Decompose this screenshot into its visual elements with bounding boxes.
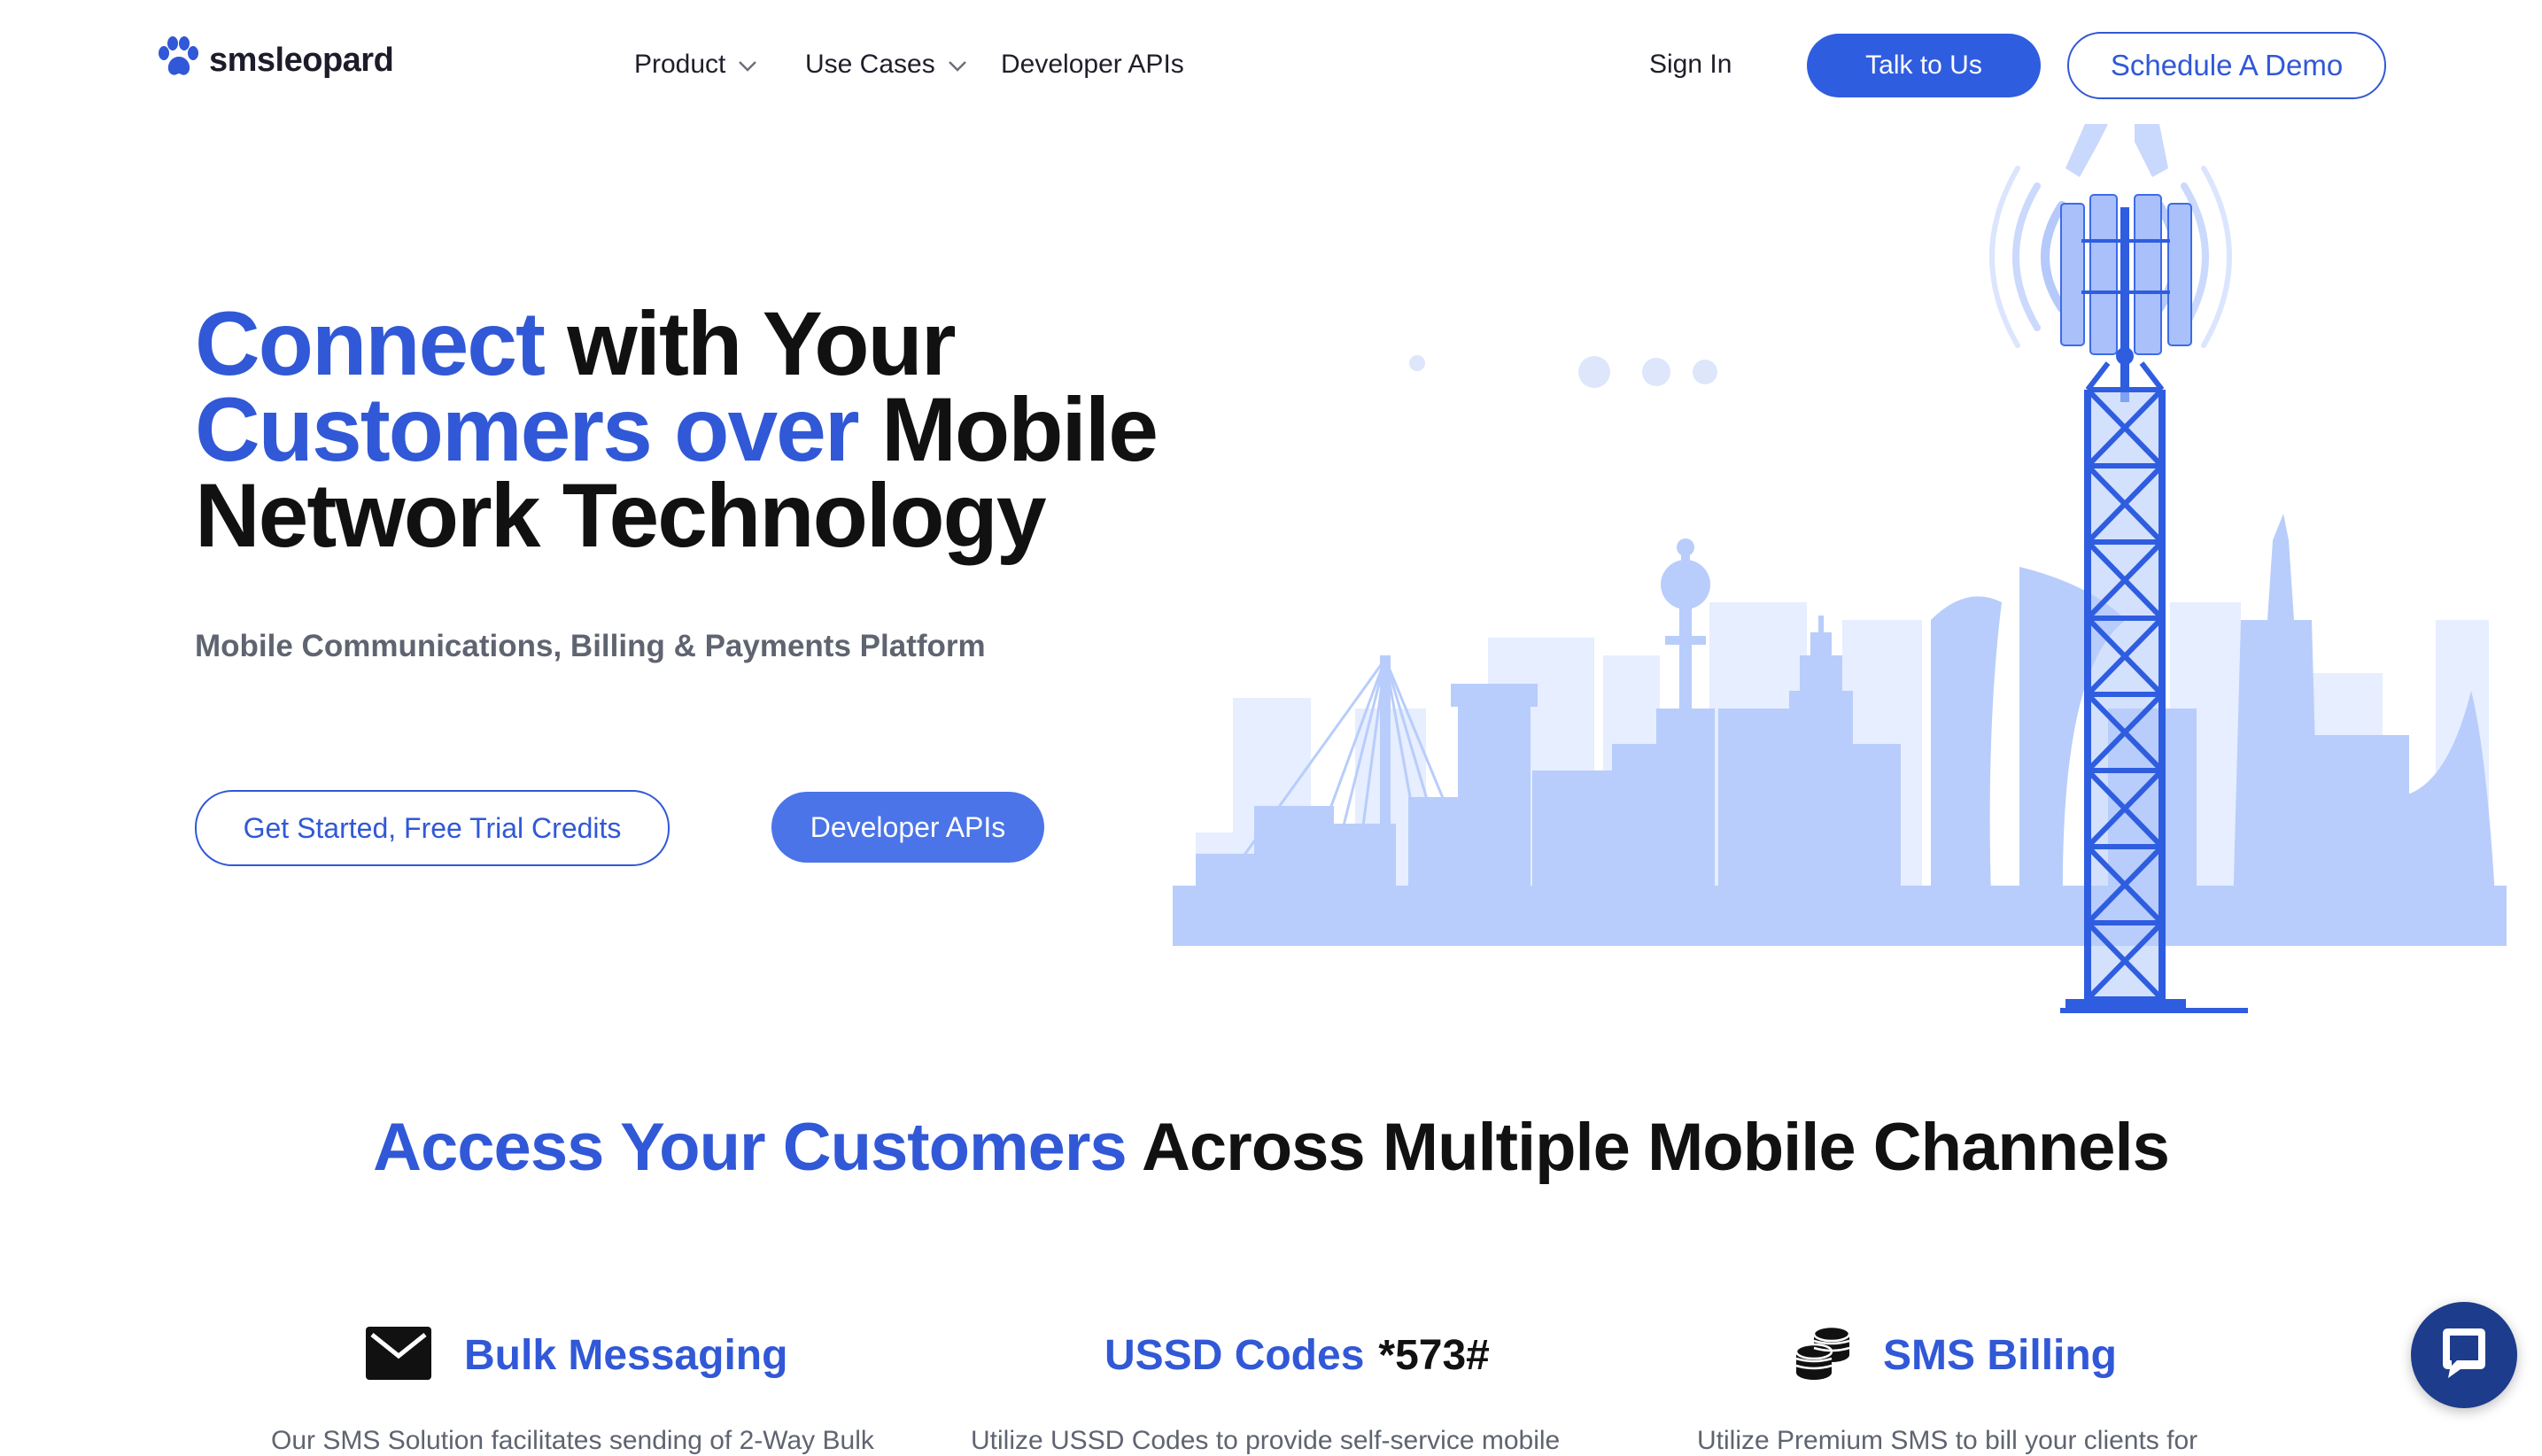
chat-icon [2436, 1325, 2492, 1386]
feature-desc-sms-billing: Utilize Premium SMS to bill your clients… [1697, 1426, 2198, 1455]
schedule-demo-button[interactable]: Schedule A Demo [2067, 32, 2386, 99]
hero-title: Connect with Your Customers over Mobile … [195, 298, 1258, 561]
nav-use-cases-label: Use Cases [805, 50, 935, 79]
get-started-button[interactable]: Get Started, Free Trial Credits [195, 790, 670, 866]
section-title-blue: Access Your Customers [373, 1110, 1128, 1185]
brand-name: smsleopard [209, 41, 394, 79]
hero-subtitle: Mobile Communications, Billing & Payment… [195, 629, 986, 663]
ussd-code: *573# [1378, 1331, 1490, 1379]
feature-ussd-codes[interactable]: USSD Codes *573# [1104, 1320, 1490, 1390]
feature-label: SMS Billing [1883, 1331, 2117, 1379]
feature-desc-ussd: Utilize USSD Codes to provide self-servi… [971, 1426, 1561, 1455]
developer-apis-button[interactable]: Developer APIs [771, 792, 1044, 863]
chat-widget-button[interactable] [2411, 1302, 2517, 1408]
sign-in-link[interactable]: Sign In [1649, 50, 1732, 80]
paw-icon [156, 35, 202, 86]
feature-desc-bulk-messaging: Our SMS Solution facilitates sending of … [271, 1426, 874, 1455]
nav-developer-apis[interactable]: Developer APIs [1001, 50, 1184, 80]
chevron-down-icon [948, 50, 967, 80]
hero-title-black-3: Network Technology [195, 465, 1047, 566]
feature-label: USSD Codes [1104, 1331, 1365, 1379]
section-title: Access Your Customers Across Multiple Mo… [0, 1109, 2542, 1186]
envelope-icon [365, 1326, 432, 1385]
feature-bulk-messaging[interactable]: Bulk Messaging [365, 1320, 787, 1390]
nav-developer-apis-label: Developer APIs [1001, 50, 1184, 79]
nav-product[interactable]: Product [634, 50, 757, 80]
feature-label: Bulk Messaging [464, 1331, 788, 1379]
sign-in-label: Sign In [1649, 50, 1732, 79]
hero-illustration [1169, 124, 2507, 1027]
section-title-black: Across Multiple Mobile Channels [1126, 1110, 2170, 1185]
talk-to-us-button[interactable]: Talk to Us [1807, 34, 2041, 97]
nav-use-cases[interactable]: Use Cases [805, 50, 967, 80]
feature-sms-billing[interactable]: SMS Billing [1794, 1320, 2117, 1390]
chevron-down-icon [738, 50, 757, 80]
nav-product-label: Product [634, 50, 726, 79]
coins-icon [1794, 1325, 1851, 1386]
brand-logo[interactable]: smsleopard [156, 35, 394, 86]
